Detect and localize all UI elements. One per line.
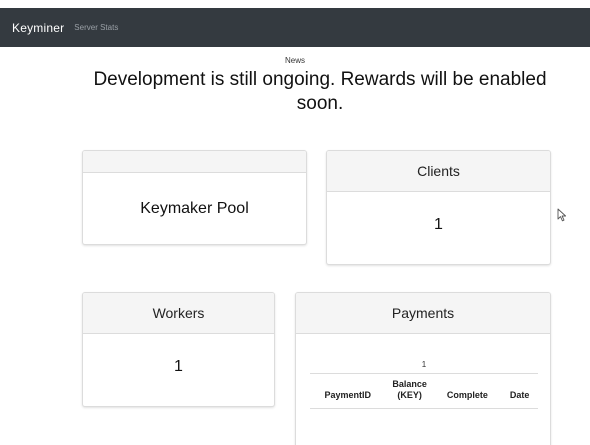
workers-card-header: Workers <box>83 293 274 334</box>
column-header-paymentid: PaymentID <box>310 373 386 409</box>
payments-card: Payments 1 PaymentID Balance (KEY) Compl… <box>295 292 551 445</box>
workers-card: Workers 1 <box>82 292 275 407</box>
pool-name: Keymaker Pool <box>140 200 249 217</box>
brand-link[interactable]: Keyminer <box>12 21 64 35</box>
clients-card-header: Clients <box>327 151 550 192</box>
clients-count: 1 <box>434 216 443 233</box>
workers-count: 1 <box>174 358 183 375</box>
pool-card: Keymaker Pool <box>82 150 307 245</box>
column-header-date: Date <box>501 373 538 409</box>
payments-table: PaymentID Balance (KEY) Complete Date <box>310 373 538 409</box>
news-label: News <box>284 56 305 65</box>
nav-link-server-stats[interactable]: Server Stats <box>74 23 118 32</box>
column-header-balance: Balance (KEY) <box>385 373 434 409</box>
payments-count: 1 <box>421 360 427 369</box>
top-navbar: Keyminer Server Stats <box>0 8 590 47</box>
mouse-cursor-icon <box>557 208 567 222</box>
payments-card-header: Payments <box>296 293 550 334</box>
news-headline: Development is still ongoing. Rewards wi… <box>93 69 547 114</box>
pool-card-header <box>83 151 306 173</box>
column-header-complete: Complete <box>433 373 502 409</box>
payments-table-header-row: PaymentID Balance (KEY) Complete Date <box>310 373 538 409</box>
clients-card: Clients 1 <box>326 150 551 265</box>
